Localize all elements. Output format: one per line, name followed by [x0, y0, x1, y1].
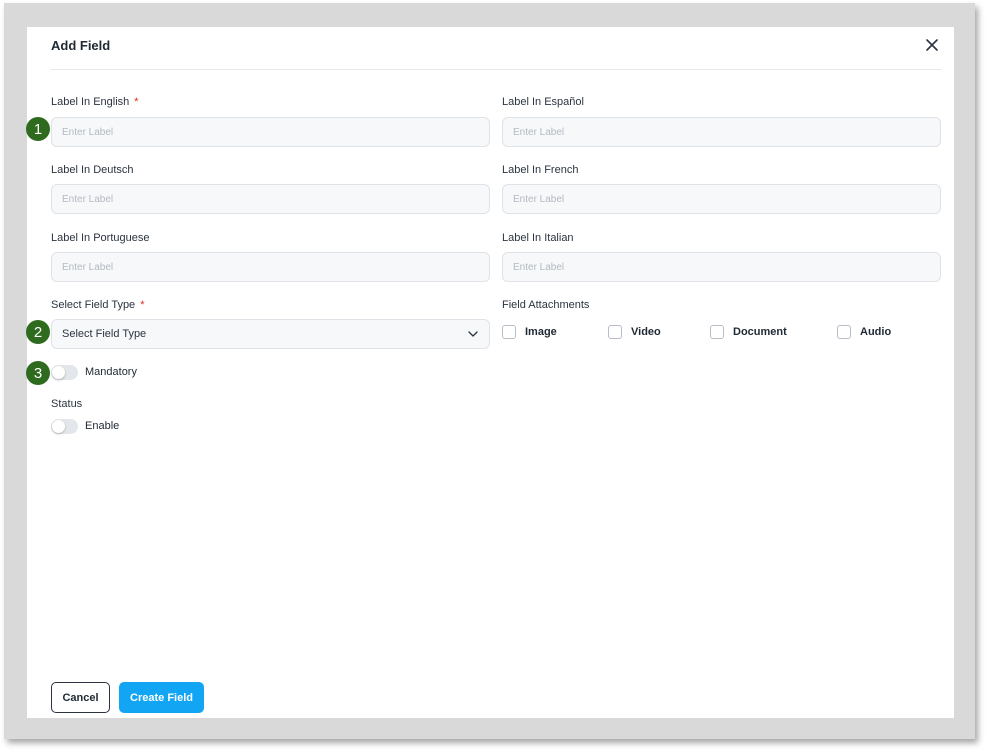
close-icon[interactable] [924, 37, 940, 53]
label-deutsch: Label In Deutsch [51, 164, 134, 176]
status-enable-label: Enable [85, 420, 120, 432]
label-portuguese-input[interactable] [51, 252, 490, 282]
label-italian: Label In Italian [502, 232, 574, 244]
label-deutsch-input[interactable] [51, 184, 490, 214]
field-type-select[interactable]: Select Field Type [51, 319, 490, 349]
document-checkbox[interactable] [710, 325, 724, 339]
attachment-image-option[interactable]: Image [502, 325, 557, 339]
label-portuguese: Label In Portuguese [51, 232, 150, 244]
callout-badge-1: 1 [26, 117, 50, 141]
image-checkbox-label: Image [525, 326, 557, 338]
status-enable-toggle[interactable] [51, 419, 78, 434]
required-mark: * [134, 96, 139, 108]
label-french: Label In French [502, 164, 579, 176]
label-french-input[interactable] [502, 184, 941, 214]
field-type-label: Select Field Type * [51, 299, 145, 311]
required-mark: * [140, 299, 145, 311]
label-italian-input[interactable] [502, 252, 941, 282]
attachment-document-option[interactable]: Document [710, 325, 787, 339]
audio-checkbox[interactable] [837, 325, 851, 339]
toggle-knob [52, 366, 65, 379]
callout-badge-3: 3 [26, 361, 50, 385]
label-english: Label In English * [51, 96, 139, 108]
toggle-knob [52, 420, 65, 433]
status-label: Status [51, 398, 83, 410]
attachment-audio-option[interactable]: Audio [837, 325, 891, 339]
field-type-selected: Select Field Type [62, 328, 147, 340]
label-spanish-input[interactable] [502, 117, 941, 147]
callout-badge-2: 2 [26, 320, 50, 344]
create-field-button[interactable]: Create Field [119, 682, 204, 713]
header-divider [51, 69, 941, 70]
mandatory-label: Mandatory [85, 366, 137, 378]
audio-checkbox-label: Audio [860, 326, 892, 338]
label-english-input[interactable] [51, 117, 490, 147]
mandatory-toggle[interactable] [51, 365, 78, 380]
dialog-title: Add Field [51, 38, 111, 53]
video-checkbox-label: Video [631, 326, 661, 338]
attachment-video-option[interactable]: Video [608, 325, 661, 339]
video-checkbox[interactable] [608, 325, 622, 339]
image-checkbox[interactable] [502, 325, 516, 339]
label-spanish: Label In Español [502, 96, 584, 108]
document-checkbox-label: Document [733, 326, 787, 338]
field-attachments-label: Field Attachments [502, 299, 590, 311]
chevron-down-icon [468, 331, 478, 337]
cancel-button[interactable]: Cancel [51, 682, 110, 713]
